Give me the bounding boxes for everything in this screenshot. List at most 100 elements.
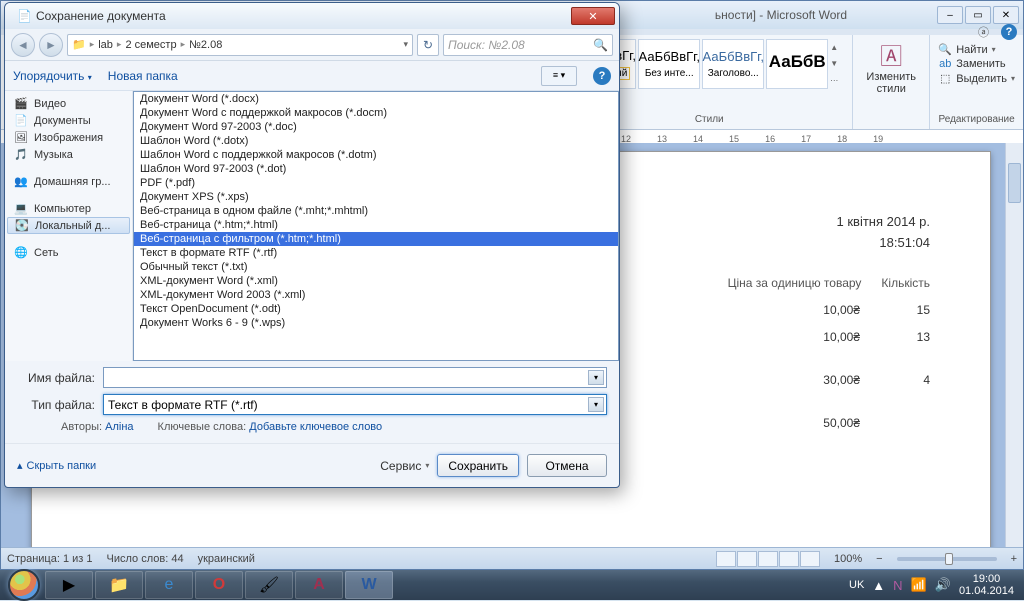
tags-value[interactable]: Добавьте ключевое слово [249, 421, 382, 433]
filetype-option[interactable]: Документ Word (*.docx) [134, 92, 618, 106]
find-button[interactable]: 🔍Найти▾ [938, 43, 1015, 56]
filetype-option[interactable]: Документ XPS (*.xps) [134, 190, 618, 204]
nav-pictures[interactable]: 🖼Изображения [5, 129, 132, 146]
style-down-icon[interactable]: ▼ [830, 59, 844, 68]
search-input[interactable]: Поиск: №2.08 🔍 [443, 34, 613, 56]
replace-button[interactable]: abЗаменить [938, 58, 1015, 70]
filetype-option[interactable]: Веб-страница в одном файле (*.mht;*.mhtm… [134, 204, 618, 218]
doc-time: 18:51:04 [728, 233, 930, 254]
dialog-close-button[interactable]: ✕ [571, 7, 615, 25]
refresh-button[interactable]: ↻ [417, 34, 439, 56]
cancel-button[interactable]: Отмена [527, 454, 607, 477]
tray-lang[interactable]: UK [849, 579, 864, 591]
filetype-option[interactable]: Текст OpenDocument (*.odt) [134, 302, 618, 316]
nav-music[interactable]: 🎵Музыка [5, 146, 132, 163]
folder-icon: 📁 [72, 38, 86, 51]
maximize-button[interactable]: ▭ [965, 6, 991, 24]
pictures-icon: 🖼 [13, 131, 29, 144]
filetype-combo[interactable]: Текст в формате RTF (*.rtf)▾ [103, 394, 607, 415]
nav-homegroup[interactable]: 👥Домашняя гр... [5, 173, 132, 190]
chevron-down-icon[interactable]: ▾ [403, 39, 408, 50]
scrollbar-thumb[interactable] [1008, 163, 1021, 203]
dialog-titlebar[interactable]: 📄 Сохранение документа ✕ [5, 3, 619, 29]
vertical-scrollbar[interactable] [1005, 143, 1023, 547]
filetype-option[interactable]: PDF (*.pdf) [134, 176, 618, 190]
style-title[interactable]: АаБбВ [766, 39, 828, 89]
save-button[interactable]: Сохранить [437, 454, 519, 477]
filetype-option[interactable]: Обычный текст (*.txt) [134, 260, 618, 274]
filetype-option[interactable]: Документ Works 6 - 9 (*.wps) [134, 316, 618, 330]
select-button[interactable]: ⬚Выделить▾ [938, 72, 1015, 85]
style-nospacing[interactable]: АаБбВвГг,Без инте... [638, 39, 700, 89]
task-access[interactable]: A [295, 571, 343, 599]
filename-input[interactable]: ▾ [103, 367, 607, 388]
tray-network-icon[interactable]: 📶 [911, 577, 927, 593]
computer-icon: 💻 [13, 202, 29, 215]
change-styles-icon: 🄰 [880, 39, 902, 71]
tray-flag-icon[interactable]: ▲ [872, 578, 885, 593]
dialog-help-icon[interactable]: ? [593, 67, 611, 85]
documents-icon: 📄 [13, 114, 29, 127]
status-page[interactable]: Страница: 1 из 1 [7, 553, 93, 565]
filetype-option[interactable]: Шаблон Word (*.dotx) [134, 134, 618, 148]
taskbar: ▶ 📁 e O 🖌 A W UK ▲ N 📶 🔊 19:00 01.04.201… [0, 570, 1024, 600]
filetype-option[interactable]: XML-документ Word (*.xml) [134, 274, 618, 288]
back-button[interactable]: ◄ [11, 33, 35, 57]
zoom-value[interactable]: 100% [834, 553, 862, 565]
doc-date: 1 квітня 2014 р. [728, 212, 930, 233]
task-explorer[interactable]: 📁 [95, 571, 143, 599]
nav-network[interactable]: 🌐Сеть [5, 244, 132, 261]
dialog-toolbar: Упорядочить ▾ Новая папка ≡ ▾ ? [5, 61, 619, 91]
task-paint[interactable]: 🖌 [245, 571, 293, 599]
task-word[interactable]: W [345, 571, 393, 599]
disk-icon: 💽 [14, 219, 30, 232]
status-lang[interactable]: украинский [198, 553, 255, 565]
zoom-in-icon[interactable]: + [1011, 553, 1017, 565]
zoom-slider[interactable] [897, 557, 997, 561]
dialog-title: Сохранение документа [36, 9, 166, 23]
nav-video[interactable]: 🎬Видео [5, 95, 132, 112]
nav-computer[interactable]: 💻Компьютер [5, 200, 132, 217]
chevron-down-icon[interactable]: ▾ [588, 397, 604, 412]
task-mediaplayer[interactable]: ▶ [45, 571, 93, 599]
task-ie[interactable]: e [145, 571, 193, 599]
tray-clock[interactable]: 19:00 01.04.2014 [959, 573, 1014, 597]
filetype-option[interactable]: Веб-страница с фильтром (*.htm;*.html) [134, 232, 618, 246]
view-options-button[interactable]: ≡ ▾ [541, 66, 577, 86]
tools-button[interactable]: Сервис▾ [380, 459, 429, 473]
authors-value[interactable]: Аліна [105, 421, 133, 433]
forward-button[interactable]: ► [39, 33, 63, 57]
task-opera[interactable]: O [195, 571, 243, 599]
style-up-icon[interactable]: ▲ [830, 43, 844, 52]
new-folder-button[interactable]: Новая папка [108, 69, 178, 83]
nav-localdisk[interactable]: 💽Локальный д... [7, 217, 130, 234]
style-heading[interactable]: АаБбВвГг,Заголово... [702, 39, 764, 89]
chevron-down-icon[interactable]: ▾ [588, 370, 604, 385]
word-doc-icon: 📄 [17, 9, 32, 23]
change-styles-group[interactable]: 🄰 Изменить стили [852, 35, 929, 129]
organize-button[interactable]: Упорядочить ▾ [13, 69, 92, 83]
hide-folders-button[interactable]: ▴Скрыть папки [17, 459, 96, 472]
tray-volume-icon[interactable]: 🔊 [935, 577, 951, 593]
navigation-pane: 🎬Видео 📄Документы 🖼Изображения 🎵Музыка 👥… [5, 91, 133, 361]
find-icon: 🔍 [938, 43, 952, 56]
filetype-option[interactable]: Веб-страница (*.htm;*.html) [134, 218, 618, 232]
minimize-button[interactable]: – [937, 6, 963, 24]
nav-documents[interactable]: 📄Документы [5, 112, 132, 129]
start-button[interactable] [4, 570, 44, 600]
filetype-option[interactable]: Текст в формате RTF (*.rtf) [134, 246, 618, 260]
filetype-option[interactable]: Документ Word с поддержкой макросов (*.d… [134, 106, 618, 120]
breadcrumb[interactable]: 📁 ▸ lab▸ 2 семестр▸ №2.08 ▾ [67, 34, 413, 56]
close-button[interactable]: ✕ [993, 6, 1019, 24]
filetype-option[interactable]: Документ Word 97-2003 (*.doc) [134, 120, 618, 134]
network-icon: 🌐 [13, 246, 29, 259]
status-words[interactable]: Число слов: 44 [107, 553, 184, 565]
view-buttons[interactable] [716, 551, 820, 567]
filetype-option[interactable]: Шаблон Word 97-2003 (*.dot) [134, 162, 618, 176]
tray-onenote-icon[interactable]: N [893, 578, 902, 593]
filetype-option[interactable]: Шаблон Word с поддержкой макросов (*.dot… [134, 148, 618, 162]
filetype-option[interactable]: XML-документ Word 2003 (*.xml) [134, 288, 618, 302]
style-more-icon[interactable]: ⋯ [830, 76, 844, 85]
filetype-dropdown-list[interactable]: Документ Word (*.docx)Документ Word с по… [133, 91, 619, 361]
zoom-out-icon[interactable]: − [876, 553, 882, 565]
